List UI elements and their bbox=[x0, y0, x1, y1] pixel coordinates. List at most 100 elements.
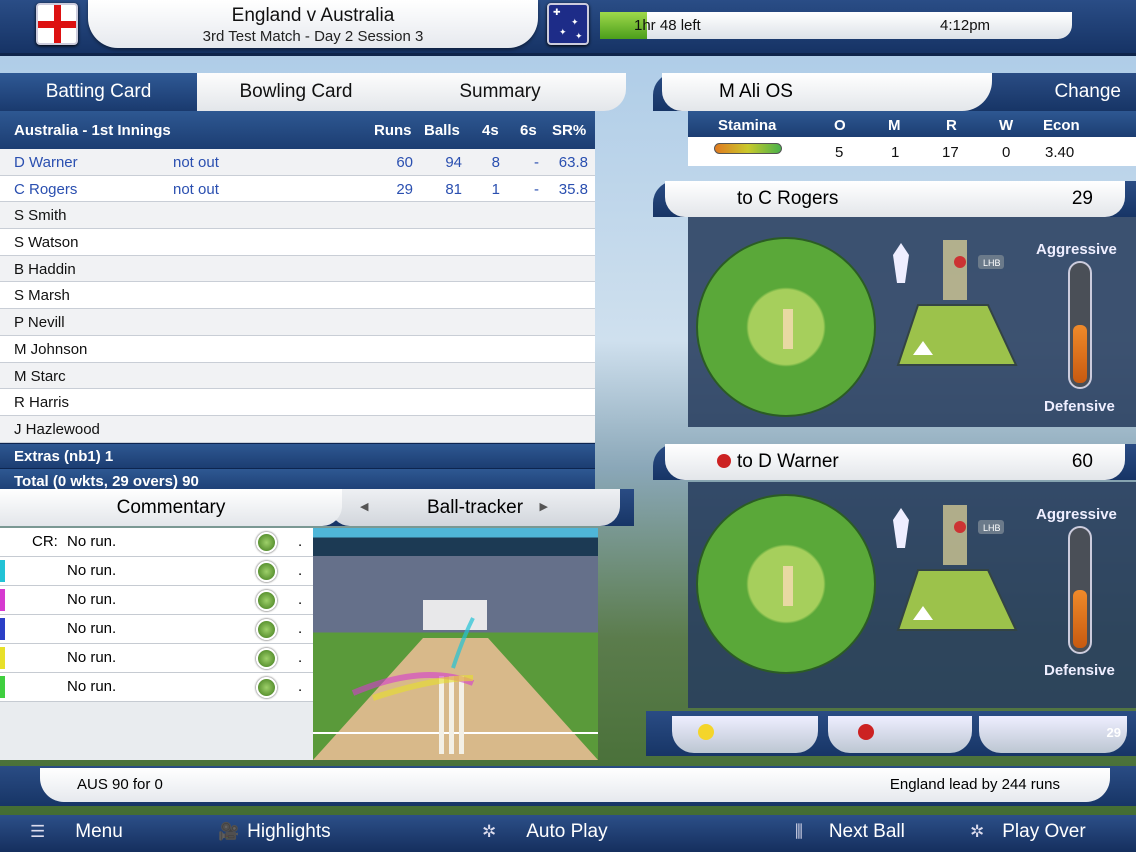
field-placement-map[interactable] bbox=[696, 237, 876, 417]
sightscreen bbox=[423, 600, 487, 630]
batsman-name: M Johnson bbox=[14, 340, 88, 358]
col-balls: Balls bbox=[424, 122, 460, 139]
commentary-runs: . bbox=[298, 678, 303, 695]
highlights-label: Highlights bbox=[247, 821, 331, 842]
batsman2-label: to D Warner bbox=[737, 451, 839, 472]
tab-commentary[interactable]: Commentary bbox=[0, 489, 342, 526]
commentary-text: No run. bbox=[67, 533, 117, 550]
camera-icon: 🎥 bbox=[218, 822, 240, 841]
batsman-row[interactable]: M Johnson bbox=[0, 336, 595, 363]
batsman-row[interactable]: S Smith bbox=[0, 202, 595, 230]
batsman-row[interactable]: S Watson bbox=[0, 229, 595, 256]
play-over-button[interactable]: ✲ Play Over bbox=[970, 821, 1086, 843]
commentary-list: CR: No run.. No run.. No run.. No run.. N… bbox=[0, 528, 313, 760]
commentary-row: No run.. bbox=[0, 557, 313, 586]
commentary-text: No run. bbox=[67, 649, 117, 666]
economy-value: 3.40 bbox=[1045, 144, 1075, 161]
batsman-row[interactable]: M Starc bbox=[0, 362, 595, 390]
clock: 4:12pm bbox=[940, 17, 991, 34]
commentary-text: No run. bbox=[67, 620, 117, 637]
ball-dot-icon[interactable] bbox=[256, 561, 277, 582]
batsman-sixes: - bbox=[534, 180, 539, 198]
ball-tracker-tab[interactable]: ◀ Ball-tracker ▶ bbox=[330, 489, 620, 526]
auto-play-button[interactable]: ✲ Auto Play bbox=[482, 821, 608, 843]
batsman-name: B Haddin bbox=[14, 260, 76, 278]
change-bowler-button[interactable]: Change bbox=[1054, 81, 1121, 103]
play-over-label: Play Over bbox=[1002, 821, 1086, 842]
time-remaining-bar: 1hr 48 left 4:12pm bbox=[600, 12, 1072, 39]
weather-control[interactable] bbox=[672, 716, 818, 753]
ball-dot-icon[interactable] bbox=[256, 619, 277, 640]
next-ball-label: Next Ball bbox=[828, 821, 905, 842]
col-strike-rate: SR% bbox=[552, 122, 587, 139]
batsman1-runs: 29 bbox=[1071, 188, 1093, 209]
ball-color-marker bbox=[0, 589, 5, 611]
tab-summary[interactable]: Summary bbox=[400, 73, 600, 111]
match-info: England v Australia 3rd Test Match - Day… bbox=[88, 0, 538, 48]
batsman1-title: to C Rogers 29 bbox=[665, 181, 1125, 217]
tab-batting-card[interactable]: Batting Card bbox=[0, 73, 197, 111]
ball-control[interactable] bbox=[828, 716, 972, 753]
chevron-left-icon[interactable]: ◀ bbox=[360, 489, 368, 526]
batsman-row[interactable]: D Warner not out 60 94 8 - 63.8 bbox=[0, 149, 595, 176]
col-stamina: Stamina bbox=[718, 117, 777, 134]
stumps-icon: ⫼ bbox=[795, 822, 803, 841]
aggression-slider[interactable] bbox=[1068, 261, 1092, 389]
col-fours: 4s bbox=[482, 122, 499, 139]
next-ball-button[interactable]: ⫼ Next Ball bbox=[795, 821, 905, 843]
ball-dot-icon[interactable] bbox=[256, 677, 277, 698]
ball-dot-icon[interactable] bbox=[256, 648, 277, 669]
batsman-name: S Marsh bbox=[14, 287, 70, 305]
bowler-name: M Ali OS bbox=[662, 73, 992, 111]
batsman-icon: ✲ bbox=[482, 822, 497, 841]
batsman-row[interactable]: J Hazlewood bbox=[0, 415, 595, 443]
hand-label: LHB bbox=[983, 258, 1001, 268]
aggression-slider[interactable] bbox=[1068, 526, 1092, 654]
batsman-name: J Hazlewood bbox=[14, 420, 100, 438]
batsman-row[interactable]: R Harris bbox=[0, 389, 595, 416]
extras: Extras (nb1) 1 bbox=[14, 447, 114, 465]
menu-icon: ☰ bbox=[30, 822, 46, 841]
bowler-stats-header: Stamina O M R W Econ bbox=[688, 111, 1136, 137]
batsman-row[interactable]: C Rogers not out 29 81 1 - 35.8 bbox=[0, 176, 595, 203]
extras-row: Extras (nb1) 1 bbox=[0, 442, 595, 468]
time-left: 1hr 48 left bbox=[634, 17, 701, 34]
score-summary: AUS 90 for 0 bbox=[77, 776, 163, 793]
tab-bowling-card[interactable]: Bowling Card bbox=[197, 73, 395, 111]
commentary-runs: . bbox=[298, 649, 303, 666]
col-runs: Runs bbox=[374, 122, 412, 139]
batsman-status: not out bbox=[173, 154, 219, 171]
field-placement-map[interactable] bbox=[696, 494, 876, 674]
overs-control[interactable]: 29 bbox=[979, 716, 1127, 753]
col-overs: O bbox=[834, 117, 846, 134]
commentary-text: No run. bbox=[67, 678, 117, 695]
batting-header: Australia - 1st Innings Runs Balls 4s 6s… bbox=[0, 111, 595, 149]
highlights-button[interactable]: 🎥 Highlights bbox=[218, 821, 331, 843]
stamina-bar bbox=[714, 143, 782, 154]
batsman-name: S Watson bbox=[14, 234, 79, 252]
runs-value: 17 bbox=[942, 144, 959, 161]
ball-tracker-label: Ball-tracker bbox=[426, 497, 524, 518]
england-flag-icon bbox=[36, 3, 78, 45]
col-runs: R bbox=[946, 117, 957, 134]
batsman-row[interactable]: P Nevill bbox=[0, 309, 595, 336]
batsman-fours: 8 bbox=[491, 154, 500, 171]
ball-tracker-view[interactable] bbox=[313, 528, 598, 760]
batsman-name: S Smith bbox=[14, 207, 67, 225]
batsman-sr: 63.8 bbox=[558, 154, 588, 171]
chevron-right-icon[interactable]: ▶ bbox=[540, 489, 548, 526]
bottom-nav: ☰ Menu 🎥 Highlights ✲ Auto Play ⫼ Next Ball … bbox=[0, 815, 1136, 852]
batting-zone-diagram[interactable]: LHB bbox=[888, 235, 1018, 385]
menu-button[interactable]: ☰ Menu bbox=[30, 821, 123, 843]
batting-zone-diagram[interactable]: LHB bbox=[888, 500, 1018, 650]
commentary-row: No run.. bbox=[0, 586, 313, 615]
maidens-value: 1 bbox=[891, 144, 900, 161]
commentary-speaker: CR: bbox=[32, 533, 58, 550]
commentary-row: No run.. bbox=[0, 673, 313, 702]
ball-dot-icon[interactable] bbox=[256, 590, 277, 611]
hand-label: LHB bbox=[983, 523, 1001, 533]
ball-color-marker bbox=[0, 676, 5, 698]
ball-dot-icon[interactable] bbox=[256, 532, 277, 553]
batsman-row[interactable]: B Haddin bbox=[0, 255, 595, 283]
batsman-row[interactable]: S Marsh bbox=[0, 282, 595, 310]
